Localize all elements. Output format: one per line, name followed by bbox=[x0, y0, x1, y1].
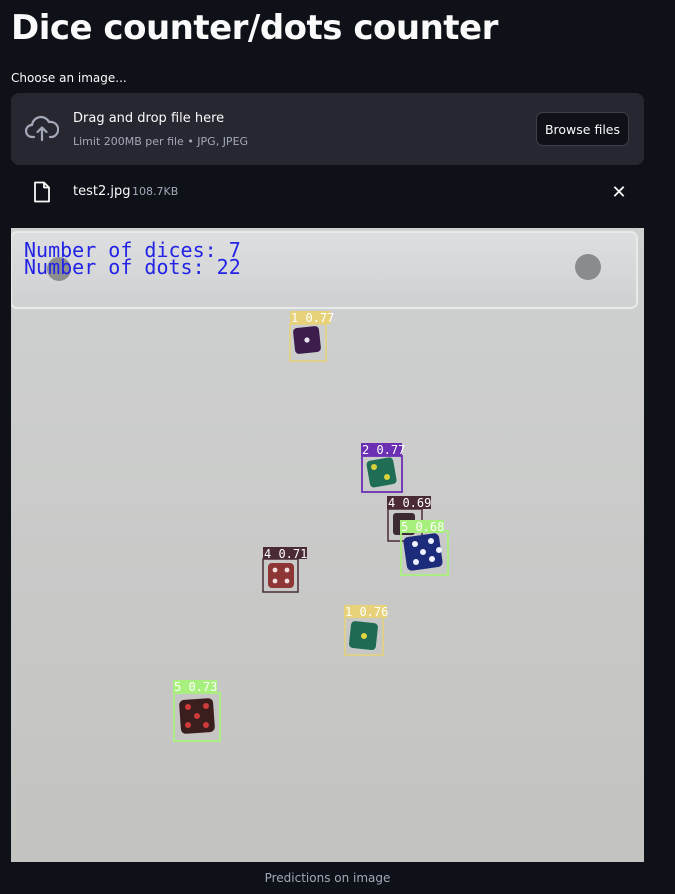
page-title: Dice counter/dots counter bbox=[11, 8, 498, 48]
prediction-image: Number of dices: 7 Number of dots: 22 1 … bbox=[11, 228, 644, 862]
uploaded-file-row: test2.jpg 108.7KB ✕ bbox=[11, 175, 644, 211]
cloud-upload-icon bbox=[25, 115, 59, 142]
detection-label: 1 0.77 bbox=[291, 311, 334, 325]
browse-files-button[interactable]: Browse files bbox=[536, 112, 629, 146]
app-page: Dice counter/dots counter Choose an imag… bbox=[0, 0, 675, 894]
image-caption: Predictions on image bbox=[264, 871, 391, 885]
uploader-label: Choose an image... bbox=[11, 71, 127, 85]
detection-label: 2 0.77 bbox=[362, 443, 405, 457]
remove-file-close-icon[interactable]: ✕ bbox=[609, 183, 629, 203]
detection-label: 4 0.71 bbox=[264, 547, 307, 561]
file-icon bbox=[34, 181, 50, 203]
detection-label: 1 0.76 bbox=[345, 605, 388, 619]
holder-hole-right bbox=[575, 254, 601, 280]
file-dropzone[interactable]: Drag and drop file here Limit 200MB per … bbox=[11, 93, 644, 165]
file-size: 108.7KB bbox=[132, 185, 179, 198]
dots-count-overlay: Number of dots: 22 bbox=[24, 255, 241, 279]
prediction-image-svg: Number of dices: 7 Number of dots: 22 1 … bbox=[11, 228, 644, 862]
detection-label: 4 0.69 bbox=[388, 496, 431, 510]
file-name: test2.jpg bbox=[73, 184, 131, 199]
dropzone-instructions: Drag and drop file here bbox=[73, 111, 225, 126]
detection-label: 5 0.68 bbox=[401, 520, 444, 534]
dropzone-limit-text: Limit 200MB per file • JPG, JPEG bbox=[73, 135, 249, 148]
detection-label: 5 0.73 bbox=[174, 680, 217, 694]
